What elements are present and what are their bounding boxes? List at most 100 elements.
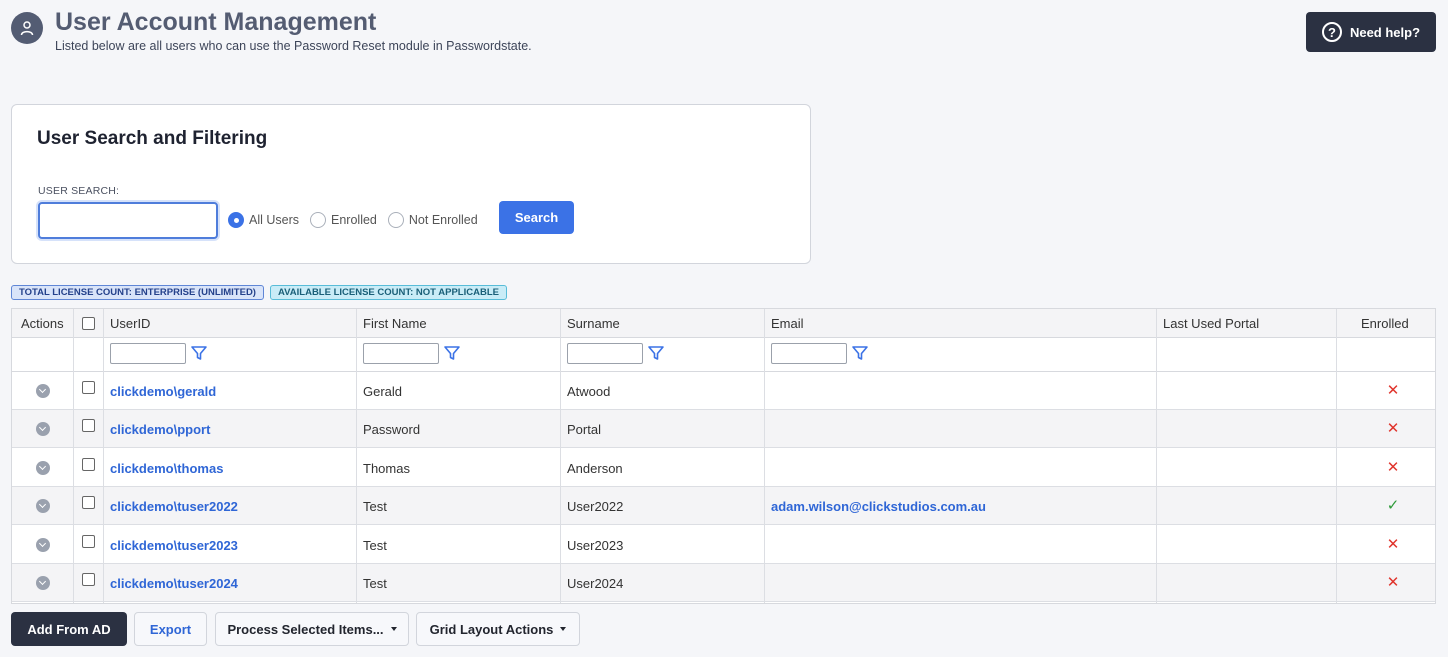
row-checkbox[interactable] <box>82 496 95 509</box>
not-enrolled-icon: ✕ <box>1386 574 1400 591</box>
column-divider <box>73 309 74 603</box>
first-name-filter-input[interactable] <box>363 343 439 364</box>
select-all-checkbox[interactable] <box>82 317 95 330</box>
need-help-button[interactable]: ? Need help? <box>1306 12 1436 52</box>
column-header-first-name[interactable]: First Name <box>356 309 427 338</box>
row-actions-icon[interactable] <box>36 499 50 513</box>
export-button[interactable]: Export <box>134 612 207 646</box>
userid-link[interactable]: clickdemo\tuser2022 <box>110 499 238 514</box>
caret-down-icon <box>390 627 397 631</box>
page-header: User Account Management Listed below are… <box>11 8 1436 58</box>
table-row[interactable]: clickdemo\tuser2023 Test User2023 ✕ <box>12 526 1435 564</box>
column-divider <box>560 309 561 603</box>
column-header-email[interactable]: Email <box>764 309 804 338</box>
email-cell <box>764 449 771 487</box>
user-search-input[interactable] <box>38 202 218 239</box>
filter-icon[interactable] <box>190 344 208 362</box>
column-divider <box>1336 309 1337 603</box>
available-license-badge: AVAILABLE LICENSE COUNT: NOT APPLICABLE <box>270 285 507 300</box>
user-search-label: USER SEARCH: <box>38 185 120 197</box>
email-cell <box>764 410 771 448</box>
not-enrolled-icon: ✕ <box>1386 459 1400 476</box>
radio-button[interactable] <box>310 212 327 228</box>
surname-cell: User2024 <box>567 575 624 591</box>
last-used-portal-cell <box>1156 372 1163 410</box>
column-header-last-used-portal[interactable]: Last Used Portal <box>1156 309 1259 338</box>
column-divider <box>1156 309 1157 603</box>
process-selected-items-dropdown[interactable]: Process Selected Items... <box>215 612 409 646</box>
caret-down-icon <box>560 627 567 631</box>
not-enrolled-icon: ✕ <box>1386 536 1400 553</box>
row-actions-icon[interactable] <box>36 461 50 475</box>
filter-icon[interactable] <box>851 344 869 362</box>
radio-button-selected[interactable] <box>228 212 244 228</box>
column-header-actions: Actions <box>21 316 64 331</box>
users-grid: Actions UserID First Name Surname Email … <box>11 308 1436 604</box>
table-row[interactable]: clickdemo\tuser2024 Test User2024 ✕ <box>12 564 1435 602</box>
user-search-card: User Search and Filtering USER SEARCH: A… <box>11 104 811 264</box>
row-checkbox[interactable] <box>82 458 95 471</box>
userid-link[interactable]: clickdemo\tuser2024 <box>110 576 238 591</box>
last-used-portal-cell <box>1156 526 1163 564</box>
radio-all-users-label: All Users <box>249 213 300 227</box>
enrolled-check-icon: ✓ <box>1386 497 1400 514</box>
radio-button[interactable] <box>387 212 404 228</box>
total-license-badge: TOTAL LICENSE COUNT: ENTERPRISE (UNLIMIT… <box>11 285 264 300</box>
table-row[interactable]: clickdemo\thomas Thomas Anderson ✕ <box>12 449 1435 487</box>
grid-layout-actions-dropdown[interactable]: Grid Layout Actions <box>416 612 580 646</box>
row-checkbox[interactable] <box>82 419 95 432</box>
userid-link[interactable]: clickdemo\pport <box>110 422 210 437</box>
column-divider <box>356 309 357 603</box>
row-checkbox[interactable] <box>82 381 95 394</box>
radio-enrolled[interactable]: Enrolled <box>310 212 377 228</box>
userid-link[interactable]: clickdemo\tuser2023 <box>110 538 238 553</box>
row-actions-icon[interactable] <box>36 576 50 590</box>
row-actions-icon[interactable] <box>36 384 50 398</box>
grid-header-row: Actions UserID First Name Surname Email … <box>12 309 1435 338</box>
search-button[interactable]: Search <box>499 201 574 234</box>
grid-layout-actions-label: Grid Layout Actions <box>429 621 554 637</box>
not-enrolled-icon: ✕ <box>1386 420 1400 437</box>
surname-cell: Portal <box>567 421 601 437</box>
column-header-surname[interactable]: Surname <box>560 309 620 338</box>
userid-link[interactable]: clickdemo\gerald <box>110 384 216 399</box>
email-cell <box>764 564 771 602</box>
page-title: User Account Management <box>55 8 377 36</box>
userid-filter-input[interactable] <box>110 343 186 364</box>
column-divider <box>764 309 765 603</box>
email-cell <box>764 526 771 564</box>
last-used-portal-cell <box>1156 487 1163 525</box>
need-help-label: Need help? <box>1349 24 1421 40</box>
row-actions-icon[interactable] <box>36 422 50 436</box>
question-circle-icon: ? <box>1321 22 1342 42</box>
row-checkbox[interactable] <box>82 535 95 548</box>
last-used-portal-cell <box>1156 410 1163 448</box>
first-name-cell: Gerald <box>363 383 403 399</box>
userid-link[interactable]: clickdemo\thomas <box>110 461 223 476</box>
email-link[interactable]: adam.wilson@clickstudios.com.au <box>771 499 986 514</box>
user-icon <box>11 12 43 44</box>
filter-icon[interactable] <box>443 344 461 362</box>
email-cell <box>764 372 771 410</box>
surname-cell: User2023 <box>567 537 624 553</box>
column-header-userid[interactable]: UserID <box>103 309 150 338</box>
surname-filter-input[interactable] <box>567 343 643 364</box>
first-name-cell: Test <box>363 498 387 514</box>
last-used-portal-cell <box>1156 449 1163 487</box>
column-header-enrolled[interactable]: Enrolled <box>1354 309 1409 338</box>
page-subtitle: Listed below are all users who can use t… <box>55 39 532 53</box>
enrollment-filter-radios: All Users Enrolled Not Enrolled <box>228 210 489 230</box>
add-from-ad-button[interactable]: Add From AD <box>11 612 127 646</box>
search-card-title: User Search and Filtering <box>37 128 268 149</box>
surname-cell: Atwood <box>567 383 611 399</box>
table-row[interactable]: clickdemo\pport Password Portal ✕ <box>12 410 1435 448</box>
table-row[interactable]: clickdemo\tuser2022 Test User2022 adam.w… <box>12 487 1435 525</box>
table-row[interactable]: clickdemo\gerald Gerald Atwood ✕ <box>12 372 1435 410</box>
row-actions-icon[interactable] <box>36 538 50 552</box>
email-filter-input[interactable] <box>771 343 847 364</box>
row-checkbox[interactable] <box>82 573 95 586</box>
filter-icon[interactable] <box>647 344 665 362</box>
radio-all-users[interactable]: All Users <box>228 212 299 228</box>
first-name-cell: Test <box>363 537 387 553</box>
radio-not-enrolled[interactable]: Not Enrolled <box>387 212 478 228</box>
